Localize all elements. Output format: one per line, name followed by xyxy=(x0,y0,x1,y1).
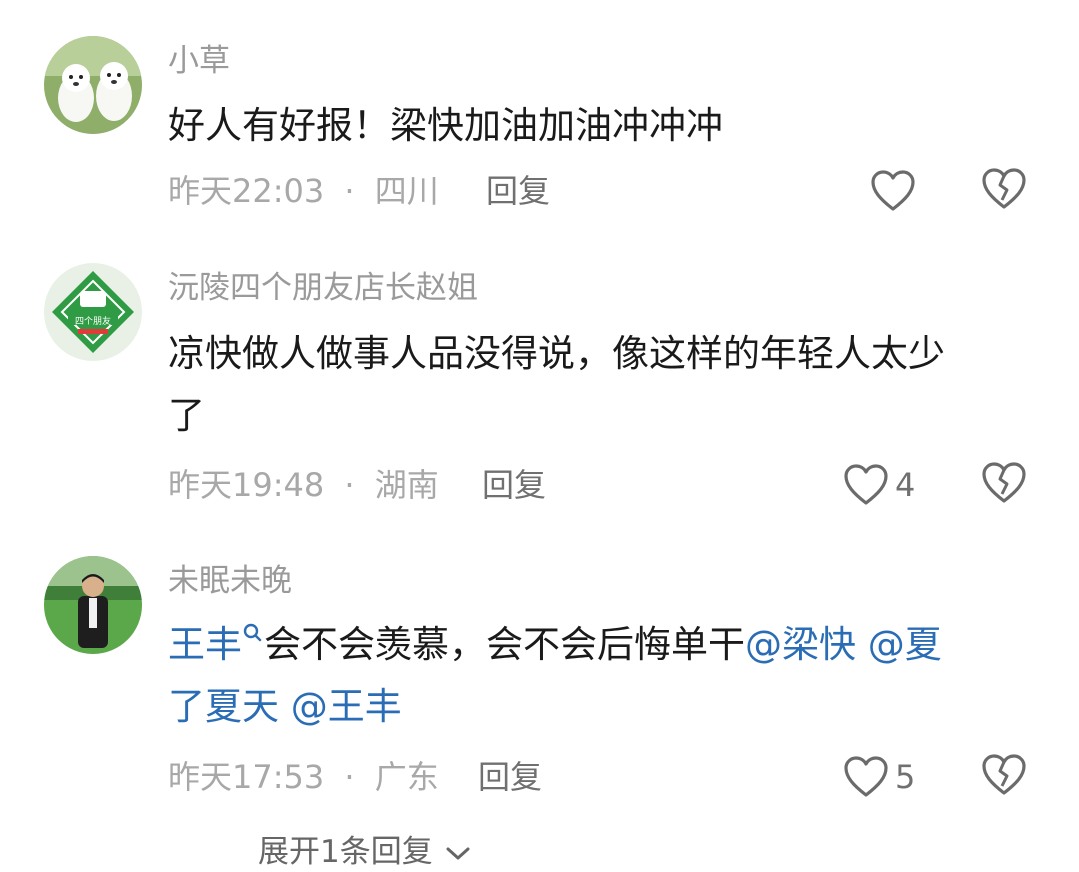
comment-text-line: 凉快做人做事人品没得说，像这样的年轻人太少 xyxy=(168,332,945,375)
avatar-logo-text: 四个朋友 xyxy=(75,315,111,327)
mention-link[interactable]: 了夏天 xyxy=(168,685,279,728)
search-icon[interactable] xyxy=(242,622,264,648)
comment-text: 好人有好报！梁快加油加油冲冲冲 xyxy=(168,104,723,147)
dislike-button[interactable] xyxy=(981,167,1029,215)
avatar[interactable] xyxy=(44,556,142,654)
heart-icon xyxy=(844,464,888,505)
chevron-down-icon xyxy=(446,847,470,859)
comment-text-segment: 会不会羡慕，会不会后悔单干 xyxy=(264,623,745,666)
username[interactable]: 未眠未晚 xyxy=(168,561,292,601)
like-button[interactable] xyxy=(870,167,922,215)
mention-link[interactable]: @夏 xyxy=(868,623,942,666)
comment-text-line: 了夏天 @王丰 xyxy=(168,676,1038,738)
avatar-image-person xyxy=(44,556,142,654)
like-button[interactable]: 4 xyxy=(843,461,915,509)
username[interactable]: 小草 xyxy=(168,41,230,81)
avatar[interactable]: 四个朋友 xyxy=(44,263,142,361)
timestamp: 昨天19:48 xyxy=(168,466,325,504)
avatar-image-dogs xyxy=(44,36,142,134)
broken-heart-icon xyxy=(982,754,1026,795)
like-count: 5 xyxy=(895,758,916,796)
comment-text: 王丰 会不会羡慕，会不会后悔单干@梁快 @夏 了夏天 @王丰 xyxy=(168,614,1038,738)
comment-text-line: 王丰 会不会羡慕，会不会后悔单干@梁快 @夏 xyxy=(168,614,1038,676)
expand-replies-label: 展开1条回复 xyxy=(258,834,433,870)
reply-button[interactable]: 回复 xyxy=(482,465,546,505)
expand-replies-button[interactable]: 展开1条回复 xyxy=(258,832,473,872)
mention-link[interactable]: @王丰 xyxy=(291,685,402,728)
mention-link[interactable]: @梁快 xyxy=(745,623,856,666)
avatar[interactable] xyxy=(44,36,142,134)
like-count: 4 xyxy=(895,466,916,504)
dislike-button[interactable] xyxy=(981,461,1029,509)
reply-button[interactable]: 回复 xyxy=(486,171,550,211)
timestamp: 昨天17:53 xyxy=(168,758,325,796)
timestamp: 昨天22:03 xyxy=(168,172,325,210)
meta-separator: · xyxy=(344,466,355,504)
reply-button[interactable]: 回复 xyxy=(478,757,542,797)
comment-meta: 昨天22:03 · 四川 xyxy=(168,171,439,211)
location: 广东 xyxy=(374,758,439,796)
avatar-image-logo: 四个朋友 xyxy=(44,263,142,361)
heart-icon xyxy=(871,170,915,211)
location: 湖南 xyxy=(374,466,439,504)
meta-separator: · xyxy=(344,758,355,796)
location: 四川 xyxy=(374,172,439,210)
broken-heart-icon xyxy=(982,462,1026,503)
meta-separator: · xyxy=(344,172,355,210)
comment-meta: 昨天19:48 · 湖南 xyxy=(168,465,439,505)
broken-heart-icon xyxy=(982,168,1026,209)
username[interactable]: 沅陵四个朋友店长赵姐 xyxy=(168,268,478,308)
mention-link[interactable]: 王丰 xyxy=(168,623,242,666)
comment-meta: 昨天17:53 · 广东 xyxy=(168,757,439,797)
comment-text-line: 了 xyxy=(168,394,205,437)
dislike-button[interactable] xyxy=(981,753,1029,801)
like-button[interactable]: 5 xyxy=(843,753,915,801)
heart-icon xyxy=(844,756,888,797)
comment-text: 凉快做人做事人品没得说，像这样的年轻人太少 了 xyxy=(168,323,1038,447)
